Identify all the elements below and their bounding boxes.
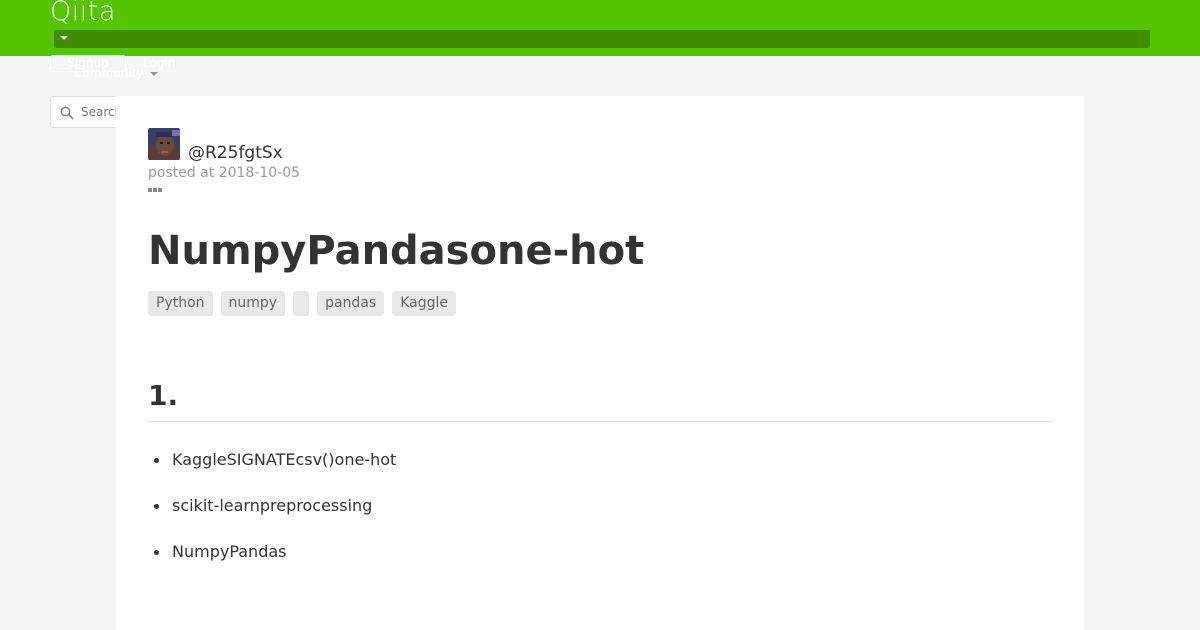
article-title: NumpyPandasone-hot [148,228,645,274]
tag-list: Python numpy pandas Kaggle [148,291,456,316]
article-body: @R25fgtSx posted at 2018-10-05 NumpyPand… [116,96,1084,630]
bullet-icon [154,504,159,509]
caret-down-icon[interactable] [60,36,68,40]
more-options-icon[interactable] [148,187,164,193]
list-item-text: scikit-learnpreprocessing [172,496,373,515]
global-header: Qiita [0,0,1200,56]
tag-numpy[interactable]: numpy [220,291,286,316]
author-username[interactable]: @R25fgtSx [188,143,283,163]
list-item-text: NumpyPandas [172,542,287,561]
list-item: KaggleSIGNATEcsv()one-hot [148,448,396,494]
list-item: scikit-learnpreprocessing [148,494,396,540]
tag-empty[interactable] [293,291,310,316]
posted-date: posted at 2018-10-05 [148,165,301,181]
qiita-logo[interactable]: Qiita [50,0,116,28]
community-menu[interactable]: Community [74,66,143,81]
tag-kaggle[interactable]: Kaggle [392,291,456,316]
list-item: NumpyPandas [148,540,396,586]
section-heading: 1. [148,379,179,412]
author-avatar[interactable] [148,128,180,160]
bullet-list: KaggleSIGNATEcsv()one-hot scikit-learnpr… [148,448,396,586]
bullet-icon [154,458,159,463]
search-icon [60,106,74,120]
header-menu-bar[interactable] [54,30,1150,48]
tag-pandas[interactable]: pandas [317,291,385,316]
list-item-text: KaggleSIGNATEcsv()one-hot [172,450,397,469]
section-divider [148,421,1052,422]
chevron-down-icon[interactable] [150,72,158,76]
tag-python[interactable]: Python [148,291,213,316]
login-link[interactable]: Login [143,56,175,71]
avatar-image [148,128,180,160]
bullet-icon [154,550,159,555]
